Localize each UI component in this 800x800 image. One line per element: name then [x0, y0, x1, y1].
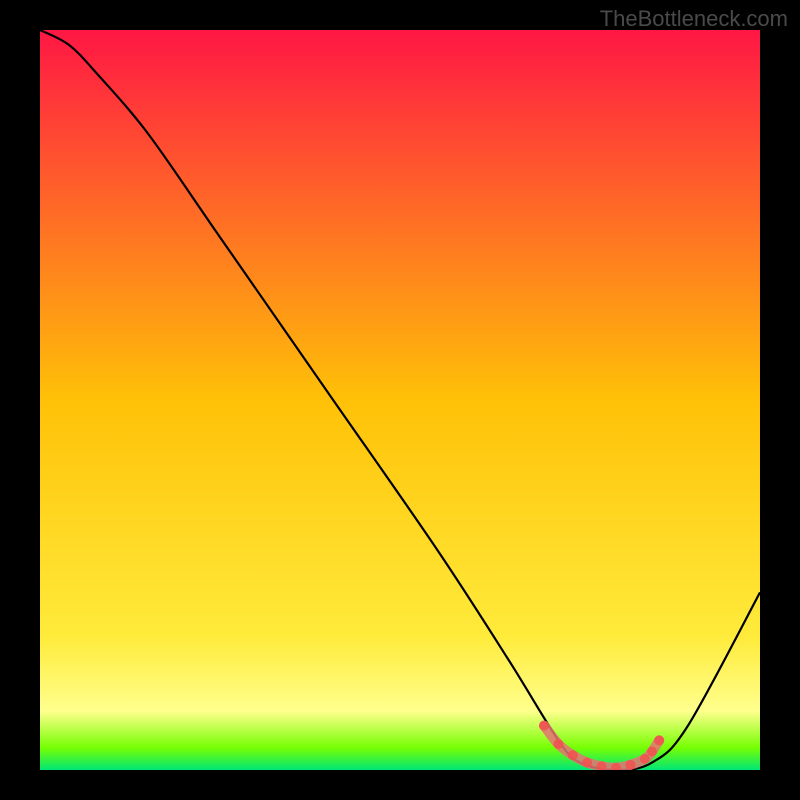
chart-container: TheBottleneck.com: [0, 0, 800, 800]
plot-area: [40, 30, 760, 770]
chart-svg: [40, 30, 760, 770]
gradient-background: [40, 30, 760, 770]
watermark-text: TheBottleneck.com: [600, 6, 788, 32]
